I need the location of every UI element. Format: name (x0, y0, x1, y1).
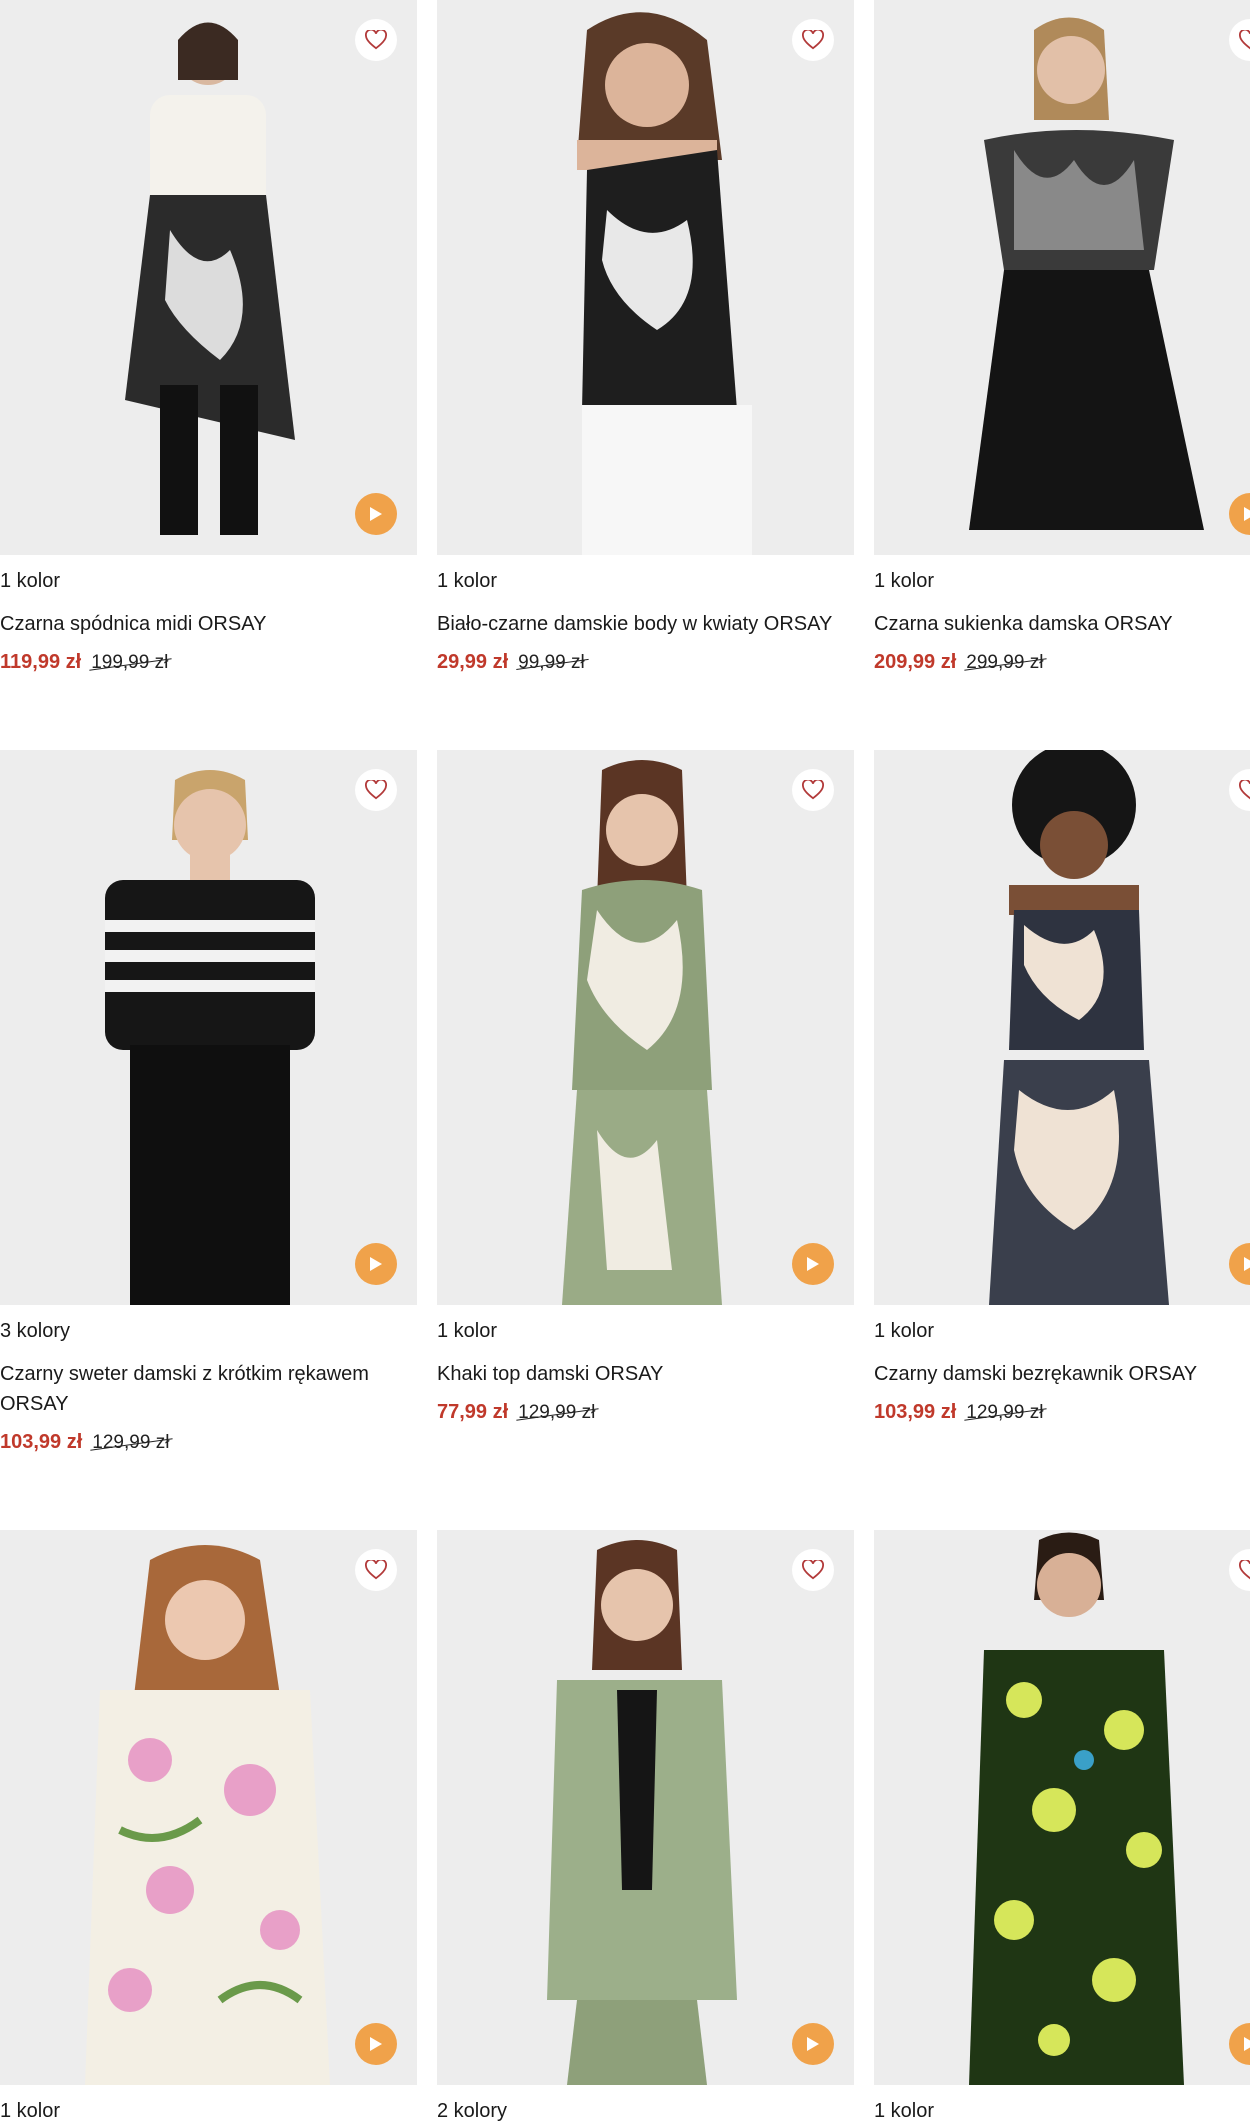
model-figure (105, 770, 315, 1305)
original-price: 99,99 zł (518, 652, 585, 673)
sale-price: 103,99 zł (874, 1401, 957, 1423)
product-image[interactable] (0, 750, 417, 1305)
favorite-button[interactable] (792, 1549, 834, 1591)
video-play-button[interactable] (792, 1243, 834, 1285)
price-row: 103,99 zł 129,99 zł (874, 1401, 1250, 1424)
video-play-button[interactable] (355, 2023, 397, 2065)
original-price: 299,99 zł (966, 652, 1044, 673)
heart-icon (802, 1560, 824, 1580)
product-name[interactable]: Czarny sweter damski z krótkim rękawem O… (0, 1359, 417, 1419)
product-name[interactable]: Biało-czarne damskie body w kwiaty ORSAY (437, 609, 854, 639)
product-name[interactable]: Khaki top damski ORSAY (437, 1359, 854, 1389)
video-play-button[interactable] (792, 2023, 834, 2065)
color-count: 1 kolor (874, 1320, 935, 1342)
heart-icon (1239, 1560, 1250, 1580)
product-card[interactable]: 2 kolory (437, 1530, 854, 2124)
play-icon (370, 1257, 382, 1271)
product-image[interactable] (0, 1530, 417, 2085)
color-count: 1 kolor (0, 570, 61, 592)
heart-icon (1239, 780, 1250, 800)
video-play-button[interactable] (355, 1243, 397, 1285)
product-card[interactable]: 1 kolor Czarna spódnica midi ORSAY 119,9… (0, 0, 417, 674)
color-count: 1 kolor (874, 2100, 935, 2122)
original-price: 129,99 zł (518, 1402, 596, 1423)
sale-price: 209,99 zł (874, 651, 957, 673)
play-icon (370, 2037, 382, 2051)
product-name[interactable]: Czarny damski bezrękawnik ORSAY (874, 1359, 1250, 1389)
product-card[interactable]: 1 kolor Khaki top damski ORSAY 77,99 zł … (437, 750, 854, 1424)
favorite-button[interactable] (355, 769, 397, 811)
price-row: 103,99 zł 129,99 zł (0, 1431, 417, 1454)
sale-price: 119,99 zł (0, 651, 82, 673)
heart-icon (365, 780, 387, 800)
price-row: 29,99 zł 99,99 zł (437, 651, 854, 674)
original-price: 199,99 zł (91, 652, 169, 673)
product-card[interactable]: 3 kolory Czarny sweter damski z krótkim … (0, 750, 417, 1454)
color-count: 1 kolor (437, 1320, 498, 1342)
model-figure (85, 1545, 330, 2085)
video-play-button[interactable] (355, 493, 397, 535)
original-price: 129,99 zł (966, 1402, 1044, 1423)
play-icon (1244, 1257, 1250, 1271)
favorite-button[interactable] (355, 19, 397, 61)
product-name[interactable]: Czarna sukienka damska ORSAY (874, 609, 1250, 639)
model-figure (547, 1540, 737, 2085)
product-grid: 1 kolor Czarna spódnica midi ORSAY 119,9… (0, 0, 1250, 2126)
sale-price: 77,99 zł (437, 1401, 509, 1423)
favorite-button[interactable] (355, 1549, 397, 1591)
product-card[interactable]: 1 kolor Czarna sukienka damska ORSAY 209… (874, 0, 1250, 674)
product-image[interactable] (437, 0, 854, 555)
heart-icon (365, 30, 387, 50)
play-icon (370, 507, 382, 521)
favorite-button[interactable] (792, 769, 834, 811)
price-row: 119,99 zł 199,99 zł (0, 651, 417, 674)
color-count: 1 kolor (0, 2100, 61, 2122)
heart-icon (802, 30, 824, 50)
heart-icon (802, 780, 824, 800)
price-row: 77,99 zł 129,99 zł (437, 1401, 854, 1424)
product-image[interactable] (874, 1530, 1250, 2085)
model-figure (989, 750, 1169, 1305)
product-image[interactable] (437, 1530, 854, 2085)
model-figure (969, 17, 1204, 530)
product-image[interactable] (437, 750, 854, 1305)
color-count: 3 kolory (0, 1320, 71, 1342)
color-count: 1 kolor (874, 570, 935, 592)
model-figure (125, 22, 295, 535)
product-name[interactable]: Czarna spódnica midi ORSAY (0, 609, 417, 639)
product-card[interactable]: 1 kolor (0, 1530, 417, 2124)
original-price: 129,99 zł (92, 1432, 170, 1453)
product-card[interactable]: 1 kolor (874, 1530, 1250, 2124)
sale-price: 103,99 zł (0, 1431, 83, 1453)
model-figure (969, 1532, 1184, 2085)
sale-price: 29,99 zł (437, 651, 509, 673)
product-image[interactable] (874, 750, 1250, 1305)
product-image[interactable] (0, 0, 417, 555)
play-icon (807, 1257, 819, 1271)
color-count: 1 kolor (437, 570, 498, 592)
price-row: 209,99 zł 299,99 zł (874, 651, 1250, 674)
color-count: 2 kolory (437, 2100, 508, 2122)
product-card[interactable]: 1 kolor Czarny damski bezrękawnik ORSAY … (874, 750, 1250, 1424)
product-card[interactable]: 1 kolor Biało-czarne damskie body w kwia… (437, 0, 854, 674)
play-icon (1244, 507, 1250, 521)
model-figure (562, 760, 722, 1305)
product-image[interactable] (874, 0, 1250, 555)
heart-icon (1239, 30, 1250, 50)
play-icon (807, 2037, 819, 2051)
play-icon (1244, 2037, 1250, 2051)
model-figure (577, 12, 752, 555)
heart-icon (365, 1560, 387, 1580)
favorite-button[interactable] (792, 19, 834, 61)
